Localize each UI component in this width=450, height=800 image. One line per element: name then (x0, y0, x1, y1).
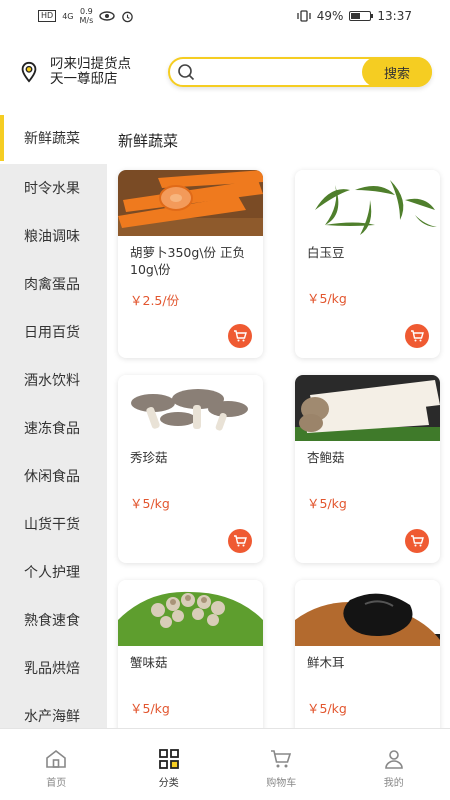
add-to-cart-button[interactable] (405, 324, 429, 348)
tab-home[interactable]: 首页 (0, 729, 113, 800)
location-pin-icon[interactable] (18, 61, 40, 83)
product-name: 杏鲍菇 (307, 450, 345, 465)
tab-label: 首页 (46, 778, 67, 789)
product-image[interactable] (118, 170, 263, 236)
product-content: 新鲜蔬菜 胡萝卜350g\份 正负10g\份 ￥2.5/份 白玉豆 ￥5/kg 秀珍菇 ￥… (107, 112, 450, 728)
home-icon (46, 749, 67, 768)
status-right: 49% 13:37 (297, 9, 412, 23)
status-bar: HD 4G 0.9 M/s 49% 13:37 (0, 0, 450, 32)
sidebar-item-label: 酒水饮料 (24, 373, 80, 389)
sidebar-item-label: 水产海鲜 (24, 709, 80, 725)
tab-label: 我的 (383, 778, 404, 789)
header: 叼来归提货点 天一尊邸店 搜索 (0, 32, 450, 112)
product-name: 白玉豆 (307, 245, 345, 260)
sidebar-item-label: 时令水果 (24, 181, 80, 197)
search-icon (178, 64, 195, 81)
sidebar-item[interactable]: 肉禽蛋品 (0, 260, 107, 308)
product-price: ￥5/kg (130, 496, 170, 511)
tab-label: 购物车 (266, 778, 297, 789)
product-card[interactable]: 秀珍菇 ￥5/kg (118, 375, 263, 563)
sidebar-item-label: 个人护理 (24, 565, 80, 581)
clock: 13:37 (377, 9, 412, 23)
store-name[interactable]: 叼来归提货点 天一尊邸店 (50, 57, 146, 87)
network-speed: 0.9 M/s (79, 7, 93, 25)
speed-value: 0.9 (80, 7, 93, 16)
sidebar-item-label: 肉禽蛋品 (24, 277, 80, 293)
battery-icon (349, 11, 374, 21)
product-price: ￥5/kg (307, 496, 347, 511)
product-name: 鲜木耳 (307, 655, 345, 670)
user-icon (384, 750, 403, 769)
sidebar-item-label: 休闲食品 (24, 469, 80, 485)
search-button[interactable]: 搜索 (362, 57, 432, 87)
add-to-cart-button[interactable] (405, 529, 429, 553)
category-body: 新鲜蔬菜时令水果粮油调味肉禽蛋品日用百货酒水饮料速冻食品休闲食品山货干货个人护理… (0, 112, 450, 728)
cart-icon (411, 535, 424, 547)
eye-icon (99, 11, 115, 21)
sidebar-item[interactable]: 个人护理 (0, 548, 107, 596)
cart-icon (234, 535, 247, 547)
add-to-cart-button[interactable] (228, 529, 252, 553)
product-price: ￥5/kg (307, 701, 347, 716)
battery-percent: 49% (316, 9, 344, 23)
sidebar-item-label: 熟食速食 (24, 613, 80, 629)
product-card[interactable]: 胡萝卜350g\份 正负10g\份 ￥2.5/份 (118, 170, 263, 358)
product-image[interactable] (118, 580, 263, 646)
sidebar-item[interactable]: 山货干货 (0, 500, 107, 548)
product-name: 胡萝卜350g\份 正负10g\份 (130, 245, 245, 277)
product-price: ￥5/kg (307, 291, 347, 306)
product-price: ￥5/kg (130, 701, 170, 716)
tab-label: 分类 (158, 778, 179, 789)
product-card[interactable]: 蟹味菇 ￥5/kg (118, 580, 263, 728)
sidebar-item-label: 山货干货 (24, 517, 80, 533)
sidebar-item[interactable]: 水产海鲜 (0, 692, 107, 728)
section-title: 新鲜蔬菜 (118, 132, 179, 150)
sidebar-item[interactable]: 速冻食品 (0, 404, 107, 452)
sidebar-item[interactable]: 休闲食品 (0, 452, 107, 500)
bottom-tabbar: 首页 分类 购物车 我的 (0, 728, 450, 800)
tab-category[interactable]: 分类 (113, 729, 226, 800)
sidebar-item-label: 乳品烘焙 (24, 661, 80, 677)
product-price: ￥2.5/份 (130, 293, 180, 308)
product-name: 秀珍菇 (130, 450, 168, 465)
sidebar-item[interactable]: 日用百货 (0, 308, 107, 356)
cart-icon (234, 330, 247, 342)
product-image[interactable] (118, 375, 263, 441)
store-line-2: 天一尊邸店 (50, 71, 118, 87)
product-card[interactable]: 鲜木耳 ￥5/kg (295, 580, 440, 728)
product-image[interactable] (295, 375, 440, 441)
tab-user[interactable]: 我的 (338, 729, 450, 800)
sidebar-item[interactable]: 酒水饮料 (0, 356, 107, 404)
cart-icon (271, 750, 292, 768)
category-icon (158, 749, 179, 769)
sidebar-item[interactable]: 熟食速食 (0, 596, 107, 644)
product-card[interactable]: 白玉豆 ￥5/kg (295, 170, 440, 358)
add-to-cart-button[interactable] (228, 324, 252, 348)
category-sidebar[interactable]: 新鲜蔬菜时令水果粮油调味肉禽蛋品日用百货酒水饮料速冻食品休闲食品山货干货个人护理… (0, 112, 107, 728)
sidebar-item[interactable]: 时令水果 (0, 164, 107, 212)
vibrate-icon (297, 10, 311, 22)
product-card[interactable]: 杏鲍菇 ￥5/kg (295, 375, 440, 563)
hd-indicator: HD (38, 10, 57, 22)
sidebar-item[interactable]: 乳品烘焙 (0, 644, 107, 692)
sidebar-item-label: 粮油调味 (24, 229, 80, 245)
product-name: 蟹味菇 (130, 655, 168, 670)
tab-cart[interactable]: 购物车 (225, 729, 338, 800)
speed-unit: M/s (79, 16, 94, 25)
cart-icon (411, 330, 424, 342)
store-line-1: 叼来归提货点 (50, 56, 131, 72)
product-image[interactable] (295, 170, 440, 236)
sidebar-item[interactable]: 新鲜蔬菜 (0, 112, 107, 164)
search-bar: 搜索 (168, 57, 432, 87)
status-left: HD 4G 0.9 M/s (38, 7, 134, 25)
alarm-icon (122, 11, 134, 22)
sidebar-item[interactable]: 粮油调味 (0, 212, 107, 260)
sidebar-item-label: 新鲜蔬菜 (24, 131, 80, 147)
sidebar-item-label: 速冻食品 (24, 421, 80, 437)
product-image[interactable] (295, 580, 440, 646)
battery-fill (351, 13, 361, 19)
network-indicator: 4G (62, 11, 74, 21)
sidebar-item-label: 日用百货 (24, 325, 80, 341)
